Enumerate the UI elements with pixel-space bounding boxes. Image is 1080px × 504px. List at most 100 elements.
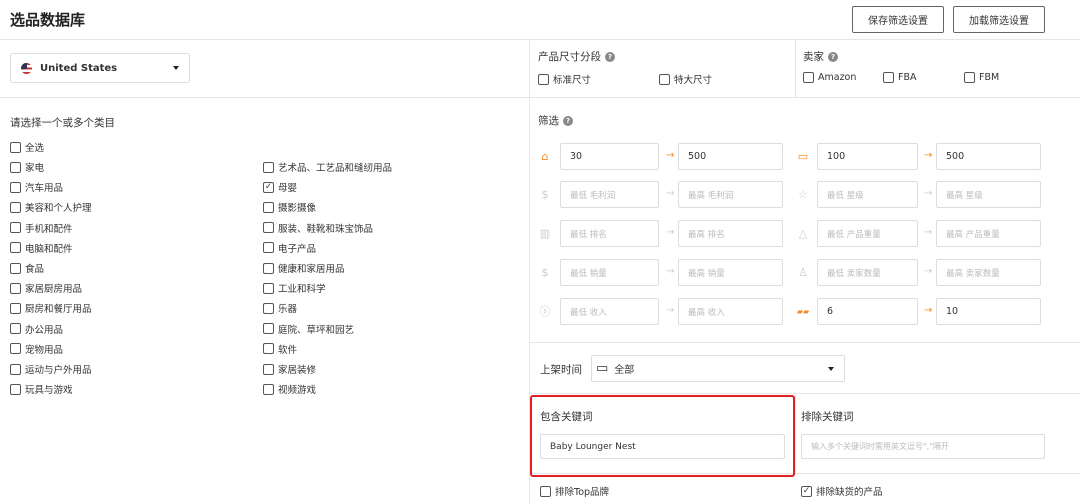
profit-max-input[interactable]: 最高 毛利润: [678, 181, 783, 208]
help-icon: ?: [563, 115, 573, 126]
help-icon: ?: [828, 51, 838, 62]
category-item-checkbox[interactable]: 厨房和餐厅用品: [10, 301, 92, 315]
arrow-right-icon: →: [924, 227, 933, 238]
rank-max-input[interactable]: 最高 排名: [678, 220, 783, 247]
category-item-checkbox[interactable]: 美容和个人护理: [10, 200, 92, 214]
checkbox-box: [263, 363, 274, 375]
other-max-input[interactable]: 10: [936, 298, 1041, 325]
category-item-checkbox[interactable]: 艺术品、工艺品和缝纫用品: [263, 160, 392, 174]
seller-fbm-checkbox[interactable]: FBM: [964, 72, 999, 83]
category-label: 运动与户外用品: [25, 365, 92, 376]
category-item-checkbox[interactable]: 手机和配件: [10, 221, 73, 235]
exclude-top-brand-checkbox[interactable]: 排除Top品牌: [540, 484, 609, 498]
category-item-checkbox[interactable]: 家居厨房用品: [10, 281, 82, 295]
profit-min-input[interactable]: 最低 毛利润: [560, 181, 659, 208]
category-label: 母婴: [278, 183, 298, 195]
chevron-down-icon: [173, 66, 179, 70]
arrow-right-icon: →: [924, 150, 933, 161]
category-item-checkbox[interactable]: 服装、鞋靴和珠宝饰品: [263, 221, 373, 235]
variation-icon: ▰▰: [796, 306, 810, 316]
category-item-checkbox[interactable]: 办公用品: [10, 322, 63, 336]
price-min-input[interactable]: 30: [560, 143, 659, 170]
arrow-right-icon: →: [924, 188, 933, 199]
category-item-checkbox[interactable]: 软件: [263, 342, 297, 356]
save-filters-button[interactable]: 保存筛选设置: [852, 6, 944, 33]
arrow-right-icon: →: [666, 227, 675, 238]
load-filters-button[interactable]: 加载筛选设置: [953, 6, 1045, 33]
star-icon: ☆: [798, 187, 808, 201]
category-item-checkbox[interactable]: 运动与户外用品: [10, 362, 92, 376]
reviews-min-input[interactable]: 100: [817, 143, 918, 170]
category-select-all-checkbox[interactable]: 全选: [10, 140, 44, 154]
sales-min-input[interactable]: 最低 销量: [560, 259, 659, 286]
listing-time-select[interactable]: ▭ 全部: [591, 355, 845, 382]
chevron-down-icon: [828, 367, 834, 371]
checkbox-box: [10, 222, 21, 234]
category-item-checkbox[interactable]: 母婴: [263, 180, 297, 194]
rank-min-input[interactable]: 最低 排名: [560, 220, 659, 247]
weight-min-input[interactable]: 最低 产品重量: [817, 220, 918, 247]
checkbox-box: [263, 242, 274, 254]
category-item-checkbox[interactable]: 家电: [10, 160, 44, 174]
revenue-max-input[interactable]: 最高 收入: [678, 298, 783, 325]
category-item-checkbox[interactable]: 玩具与游戏: [10, 382, 73, 396]
category-item-checkbox[interactable]: 宠物用品: [10, 342, 63, 356]
price-max-input[interactable]: 500: [678, 143, 783, 170]
other-min-input[interactable]: 6: [817, 298, 918, 325]
category-item-checkbox[interactable]: 健康和家居用品: [263, 261, 345, 275]
checkbox-box: [263, 181, 274, 193]
reviews-max-input[interactable]: 500: [936, 143, 1041, 170]
exclude-keywords-input[interactable]: 输入多个关键词时需用英文逗号","隔开: [801, 434, 1045, 459]
categories-heading: 请选择一个或多个类目: [10, 117, 115, 129]
category-item-checkbox[interactable]: 摄影摄像: [263, 200, 316, 214]
checkbox-box: [263, 323, 274, 335]
seller-amazon-checkbox[interactable]: Amazon: [803, 72, 856, 83]
category-item-checkbox[interactable]: 工业和科学: [263, 281, 326, 295]
filter-divider: [529, 342, 1080, 343]
category-item-checkbox[interactable]: 汽车用品: [10, 180, 63, 194]
arrow-right-icon: →: [666, 266, 675, 277]
arrow-right-icon: →: [666, 150, 675, 161]
category-label: 摄影摄像: [278, 203, 317, 215]
checkbox-box: [10, 201, 21, 213]
category-item-checkbox[interactable]: 电脑和配件: [10, 241, 73, 255]
checkbox-box: [10, 181, 21, 193]
checkbox-box: [10, 161, 21, 173]
category-label: 服装、鞋靴和珠宝饰品: [278, 223, 374, 235]
size-standard-checkbox[interactable]: 标准尺寸: [538, 72, 591, 86]
sellers-min-input[interactable]: 最低 卖家数量: [817, 259, 918, 286]
size-oversize-checkbox[interactable]: 特大尺寸: [659, 72, 712, 86]
arrow-right-icon: →: [924, 266, 933, 277]
revenue-min-input[interactable]: 最低 收入: [560, 298, 659, 325]
seller-fba-checkbox[interactable]: FBA: [883, 72, 916, 83]
price-tag-icon: ⌂: [541, 149, 549, 163]
rating-min-input[interactable]: 最低 星级: [817, 181, 918, 208]
category-label: 庭院、草坪和园艺: [278, 324, 355, 336]
category-label: 艺术品、工艺品和缝纫用品: [278, 163, 393, 174]
category-label: 软件: [278, 344, 298, 356]
category-item-checkbox[interactable]: 家居装修: [263, 362, 316, 376]
highlight-box: [530, 395, 795, 477]
category-item-checkbox[interactable]: 乐器: [263, 301, 297, 315]
sales-icon: $: [541, 265, 549, 279]
exclude-out-of-stock-checkbox[interactable]: 排除缺货的产品: [801, 484, 883, 498]
calendar-icon: ▭: [596, 361, 609, 376]
listing-time-label: 上架时间: [540, 364, 582, 376]
category-item-checkbox[interactable]: 食品: [10, 261, 44, 275]
category-label: 手机和配件: [25, 223, 73, 235]
category-item-checkbox[interactable]: 庭院、草坪和园艺: [263, 322, 354, 336]
sales-max-input[interactable]: 最高 销量: [678, 259, 783, 286]
category-item-checkbox[interactable]: 视频游戏: [263, 382, 316, 396]
category-label: 办公用品: [25, 324, 64, 336]
rating-max-input[interactable]: 最高 星级: [936, 181, 1041, 208]
checkbox-box: [263, 262, 274, 274]
arrow-right-icon: →: [666, 305, 675, 316]
category-item-checkbox[interactable]: 电子产品: [263, 241, 316, 255]
category-label: 电子产品: [278, 243, 317, 255]
checkbox-box: [10, 383, 21, 395]
weight-max-input[interactable]: 最高 产品重量: [936, 220, 1041, 247]
category-label: 宠物用品: [25, 344, 64, 356]
country-select[interactable]: United States: [10, 53, 190, 83]
category-label: 汽车用品: [25, 183, 64, 195]
sellers-max-input[interactable]: 最高 卖家数量: [936, 259, 1041, 286]
